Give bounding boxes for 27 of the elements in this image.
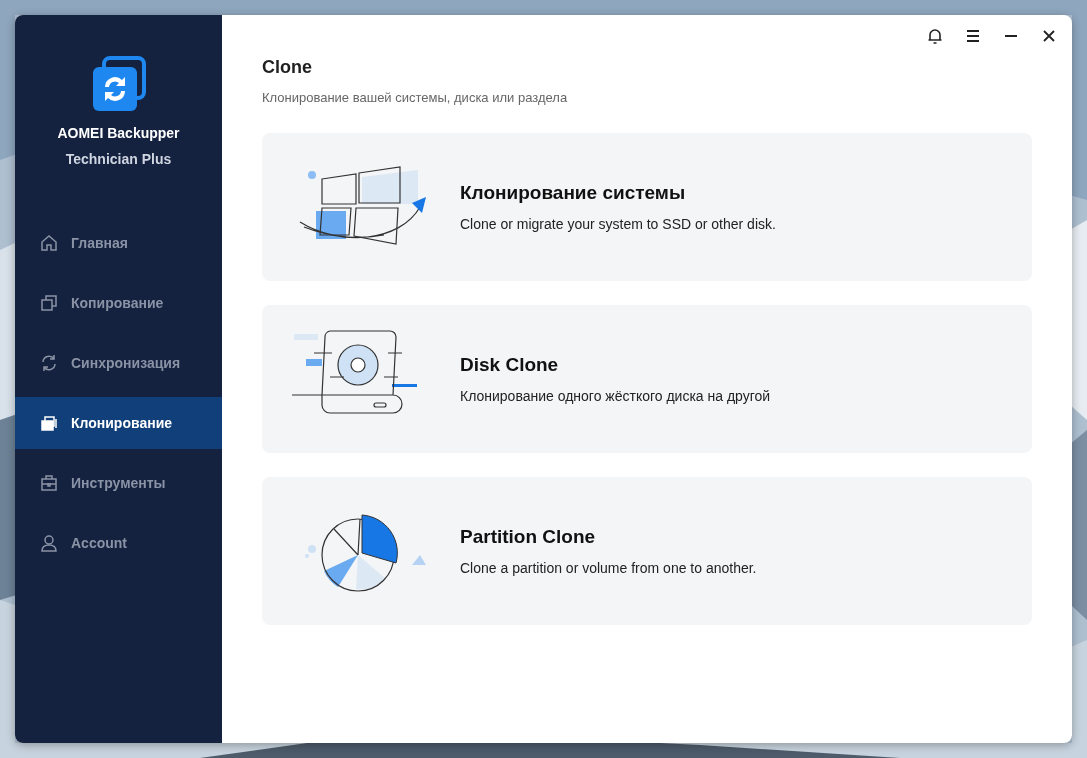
- nav-item[interactable]: Копирование: [15, 277, 222, 329]
- clone-option-card[interactable]: Partition Clone Clone a partition or volume from one to another.: [262, 477, 1032, 625]
- drive-icon: [39, 413, 59, 433]
- card-description: Клонирование одного жёсткого диска на другой: [460, 388, 771, 404]
- home-icon: [39, 233, 59, 253]
- nav-item[interactable]: Синхронизация: [15, 337, 222, 389]
- menu-icon[interactable]: [964, 27, 982, 45]
- card-title: Disk Clone: [460, 354, 560, 376]
- clone-option-card[interactable]: Клонирование системы Clone or migrate your system to SSD or other disk.: [262, 133, 1032, 281]
- card-title: Клонирование системы: [460, 182, 687, 204]
- card-title: Partition Clone: [460, 526, 597, 548]
- nav-item[interactable]: Инструменты: [15, 457, 222, 509]
- clone-option-card[interactable]: Disk Clone Клонирование одного жёсткого диска на другой: [262, 305, 1032, 453]
- bell-icon[interactable]: [926, 27, 944, 45]
- page-subtitle: Клонирование вашей системы, диска или раздела: [262, 90, 569, 105]
- nav-item[interactable]: Account: [15, 517, 222, 569]
- page-title: Clone: [262, 57, 313, 78]
- sync-icon: [39, 353, 59, 373]
- app-edition: Technician Plus: [65, 151, 172, 167]
- copy-icon: [39, 293, 59, 313]
- app-name: AOMEI Backupper: [57, 125, 180, 141]
- card-description: Clone a partition or volume from one to another.: [460, 560, 757, 576]
- card-description: Clone or migrate your system to SSD or other disk.: [460, 216, 776, 232]
- toolbox-icon: [39, 473, 59, 493]
- user-icon: [39, 533, 59, 553]
- nav-item[interactable]: Главная: [15, 217, 222, 269]
- nav-item[interactable]: Клонирование: [15, 397, 222, 449]
